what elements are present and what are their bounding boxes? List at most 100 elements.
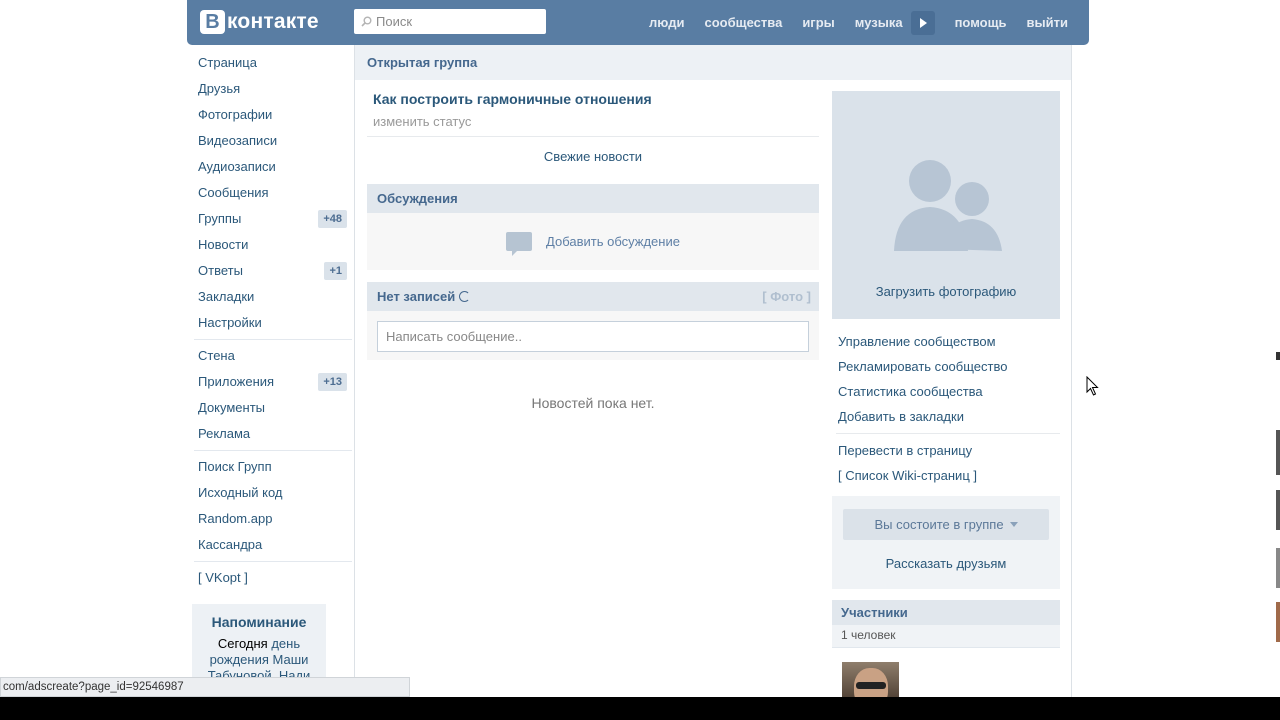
play-icon[interactable] bbox=[910, 10, 935, 35]
left-sidebar: Страница Друзья Фотографии Видеозаписи Аудио… bbox=[190, 50, 352, 591]
advertise-community-link[interactable]: Рекламировать сообщество bbox=[832, 354, 1060, 379]
sidebar-item-фотографии[interactable]: Фотографии bbox=[190, 102, 352, 128]
tell-friends-link[interactable]: Рассказать друзьям bbox=[832, 556, 1060, 571]
wiki-pages-link[interactable]: [ Список Wiki-страниц ] bbox=[832, 463, 1060, 488]
member-avatar[interactable] bbox=[842, 662, 899, 702]
search-icon bbox=[361, 16, 372, 27]
membership-dropdown[interactable]: Вы состоите в группе bbox=[843, 509, 1049, 540]
speech-bubble-icon bbox=[506, 232, 533, 256]
sidebar-item-реклама[interactable]: Реклама bbox=[190, 421, 352, 447]
sidebar-item-документы[interactable]: Документы bbox=[190, 395, 352, 421]
wall-block: Нет записей [ Фото ] Написать сообщение.… bbox=[367, 282, 819, 360]
sidebar-item-label: Стена bbox=[198, 348, 235, 363]
mouse-cursor-icon bbox=[1086, 376, 1099, 396]
video-letterbox-bar bbox=[0, 697, 1280, 720]
nav-people[interactable]: люди bbox=[639, 15, 694, 30]
chevron-down-icon bbox=[1009, 522, 1018, 527]
convert-to-page-link[interactable]: Перевести в страницу bbox=[832, 438, 1060, 463]
sidebar-divider bbox=[194, 561, 352, 562]
actions-divider bbox=[836, 433, 1060, 434]
sidebar-item-приложения[interactable]: Приложения +13 bbox=[190, 369, 352, 395]
members-count: 1 человек bbox=[832, 625, 1060, 648]
sidebar-item-counter: +48 bbox=[318, 210, 347, 228]
discussions-header[interactable]: Обсуждения bbox=[367, 184, 819, 213]
top-header: В контакте Поиск люди сообщества игры му… bbox=[187, 0, 1089, 45]
logo-text: контакте bbox=[227, 10, 319, 33]
sidebar-item-label: Приложения bbox=[198, 374, 275, 389]
add-discussion-label: Добавить обсуждение bbox=[546, 234, 680, 249]
photo-link[interactable]: [ Фото ] bbox=[762, 289, 811, 304]
sidebar-item-кассандра[interactable]: Кассандра bbox=[190, 532, 352, 558]
sidebar-item-аудиозаписи[interactable]: Аудиозаписи bbox=[190, 154, 352, 180]
main-content: Открытая группа Как построить гармоничны… bbox=[354, 45, 1072, 705]
add-discussion-button[interactable]: Добавить обсуждение bbox=[367, 213, 819, 270]
sidebar-item-ответы[interactable]: Ответы +1 bbox=[190, 258, 352, 284]
nav-music[interactable]: музыка bbox=[845, 15, 913, 30]
sidebar-item-counter: +1 bbox=[324, 262, 347, 280]
sidebar-item-сообщения[interactable]: Сообщения bbox=[190, 180, 352, 206]
wall-title: Нет записей bbox=[377, 289, 456, 304]
sidebar-item-label: Страница bbox=[198, 55, 257, 70]
nav-logout[interactable]: выйти bbox=[1017, 15, 1089, 30]
sidebar-item-label: Поиск Групп bbox=[198, 459, 272, 474]
sidebar-divider bbox=[194, 450, 352, 451]
reminder-text: Сегодня bbox=[217, 636, 272, 651]
sidebar-item-label: Группы bbox=[198, 211, 242, 226]
sidebar-item-label: Кассандра bbox=[198, 537, 263, 552]
sidebar-item-label: Документы bbox=[198, 400, 266, 415]
wall-post-input[interactable]: Написать сообщение.. bbox=[377, 321, 809, 352]
edge-thumbnails bbox=[1270, 310, 1280, 650]
sidebar-item-random-app[interactable]: Random.app bbox=[190, 506, 352, 532]
sidebar-item-исходный-код[interactable]: Исходный код bbox=[190, 480, 352, 506]
sidebar-item-label: Новости bbox=[198, 237, 249, 252]
refresh-icon[interactable] bbox=[459, 291, 471, 302]
sidebar-item-label: Аудиозаписи bbox=[198, 159, 276, 174]
sidebar-item-vkopt[interactable]: [ VKopt ] bbox=[190, 565, 352, 591]
fresh-news-link[interactable]: Свежие новости bbox=[367, 136, 819, 164]
browser-status-bar: com/adscreate?page_id=92546987 bbox=[0, 677, 410, 697]
sidebar-item-label: Random.app bbox=[198, 511, 273, 526]
sidebar-item-настройки[interactable]: Настройки bbox=[190, 310, 352, 336]
change-status-link[interactable]: изменить статус bbox=[373, 114, 471, 129]
sidebar-item-label: Реклама bbox=[198, 426, 251, 441]
group-avatar[interactable]: Загрузить фотографию bbox=[832, 91, 1060, 319]
nav-help[interactable]: помощь bbox=[945, 15, 1017, 30]
sidebar-item-закладки[interactable]: Закладки bbox=[190, 284, 352, 310]
logo-letter: В bbox=[200, 10, 225, 34]
sidebar-item-label: Ответы bbox=[198, 263, 243, 278]
top-nav: люди сообщества игры музыка помощь выйти bbox=[639, 0, 1089, 45]
sidebar-item-стена[interactable]: Стена bbox=[190, 343, 352, 369]
sidebar-item-label: Друзья bbox=[198, 81, 241, 96]
community-stats-link[interactable]: Статистика сообщества bbox=[832, 379, 1060, 404]
sidebar-item-друзья[interactable]: Друзья bbox=[190, 76, 352, 102]
upload-photo-link[interactable]: Загрузить фотографию bbox=[832, 284, 1060, 299]
sidebar-item-counter: +13 bbox=[318, 373, 347, 391]
no-news-text: Новостей пока нет. bbox=[531, 395, 655, 411]
vk-logo[interactable]: В контакте bbox=[200, 10, 319, 34]
group-actions: Управление сообществом Рекламировать соо… bbox=[832, 329, 1060, 488]
group-type-header: Открытая группа bbox=[355, 45, 1071, 80]
discussions-block: Обсуждения Добавить обсуждение bbox=[367, 184, 819, 270]
sidebar-item-видеозаписи[interactable]: Видеозаписи bbox=[190, 128, 352, 154]
sidebar-divider bbox=[194, 339, 352, 340]
group-title: Как построить гармоничные отношения bbox=[373, 91, 652, 107]
members-header[interactable]: Участники bbox=[832, 600, 1060, 625]
sidebar-item-группы[interactable]: Группы +48 bbox=[190, 206, 352, 232]
sidebar-item-label: Закладки bbox=[198, 289, 255, 304]
search-placeholder: Поиск bbox=[376, 14, 413, 29]
wall-header: Нет записей [ Фото ] bbox=[367, 282, 819, 311]
reminder-title: Напоминание bbox=[211, 614, 307, 630]
membership-box: Вы состоите в группе Рассказать друзьям bbox=[832, 496, 1060, 589]
sidebar-item-страница[interactable]: Страница bbox=[190, 50, 352, 76]
membership-label: Вы состоите в группе bbox=[874, 517, 1004, 532]
sidebar-item-label: Исходный код bbox=[198, 485, 283, 500]
member-glasses bbox=[856, 682, 886, 689]
nav-communities[interactable]: сообщества bbox=[694, 15, 792, 30]
sidebar-item-label: [ VKopt ] bbox=[198, 570, 248, 585]
search-input[interactable]: Поиск bbox=[354, 9, 546, 34]
manage-community-link[interactable]: Управление сообществом bbox=[832, 329, 1060, 354]
sidebar-item-новости[interactable]: Новости bbox=[190, 232, 352, 258]
add-bookmark-link[interactable]: Добавить в закладки bbox=[832, 404, 1060, 429]
sidebar-item-поиск-групп[interactable]: Поиск Групп bbox=[190, 454, 352, 480]
nav-games[interactable]: игры bbox=[792, 15, 844, 30]
